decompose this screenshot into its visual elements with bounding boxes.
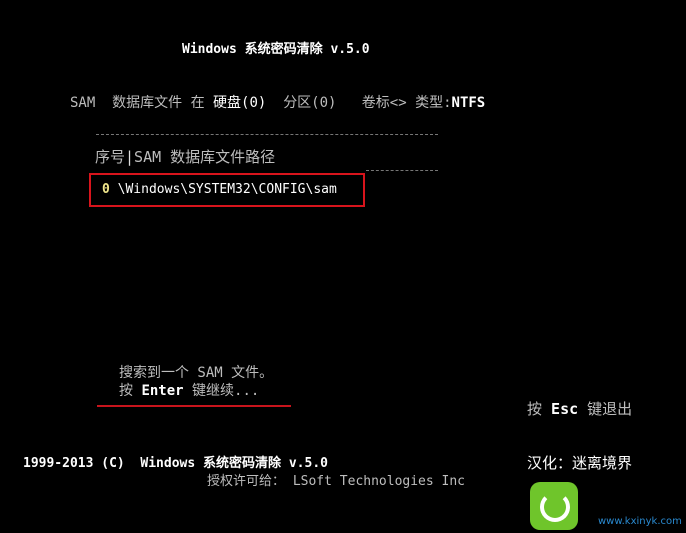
- enter-key[interactable]: Enter: [141, 383, 183, 399]
- continue-prompt: 按 Enter 键继续...: [119, 380, 259, 400]
- press-text: 按: [119, 383, 133, 399]
- exit-text: 键退出: [587, 400, 633, 418]
- translator: 汉化：迷离境界: [527, 454, 633, 472]
- press-text: 按: [527, 400, 543, 418]
- type-value: NTFS: [451, 95, 486, 111]
- sam-label: SAM: [70, 95, 96, 111]
- partition-value: 分区(0): [283, 95, 337, 111]
- watermark-url: www.kxinyk.com: [598, 516, 682, 527]
- row-path: \Windows\SYSTEM32\CONFIG\sam: [117, 182, 337, 197]
- divider: [366, 170, 438, 171]
- disk-value: 硬盘(0): [213, 95, 267, 111]
- app-title: Windows 系统密码清除 v.5.0: [182, 42, 370, 57]
- table-row[interactable]: 0 \Windows\SYSTEM32\CONFIG\sam: [102, 182, 337, 197]
- found-message: 搜索到一个 SAM 文件。: [119, 365, 274, 381]
- volume-label: 卷标<>: [361, 95, 407, 111]
- red-underline: [97, 405, 291, 407]
- table-header: 序号|SAM 数据库文件路径: [95, 148, 276, 166]
- type-label: 类型:: [415, 95, 452, 111]
- row-index: 0: [102, 182, 110, 197]
- col-path: SAM 数据库文件路径: [134, 148, 276, 166]
- divider: [96, 134, 438, 135]
- exit-prompt: 按 Esc 键退出: [527, 398, 632, 419]
- continue-text: 键继续...: [192, 383, 260, 399]
- license: 授权许可给： LSoft Technologies Inc: [207, 474, 466, 489]
- col-index: 序号: [95, 148, 126, 166]
- watermark-logo-icon: [530, 482, 578, 530]
- watermark-logo-text: [582, 487, 686, 513]
- db-file-at: 数据库文件 在: [112, 95, 205, 111]
- copyright: 1999-2013 (C) Windows 系统密码清除 v.5.0: [23, 456, 328, 471]
- sam-location-info: SAM 数据库文件 在 硬盘(0) 分区(0) 卷标<> 类型:NTFS: [70, 92, 485, 112]
- esc-key[interactable]: Esc: [551, 400, 578, 418]
